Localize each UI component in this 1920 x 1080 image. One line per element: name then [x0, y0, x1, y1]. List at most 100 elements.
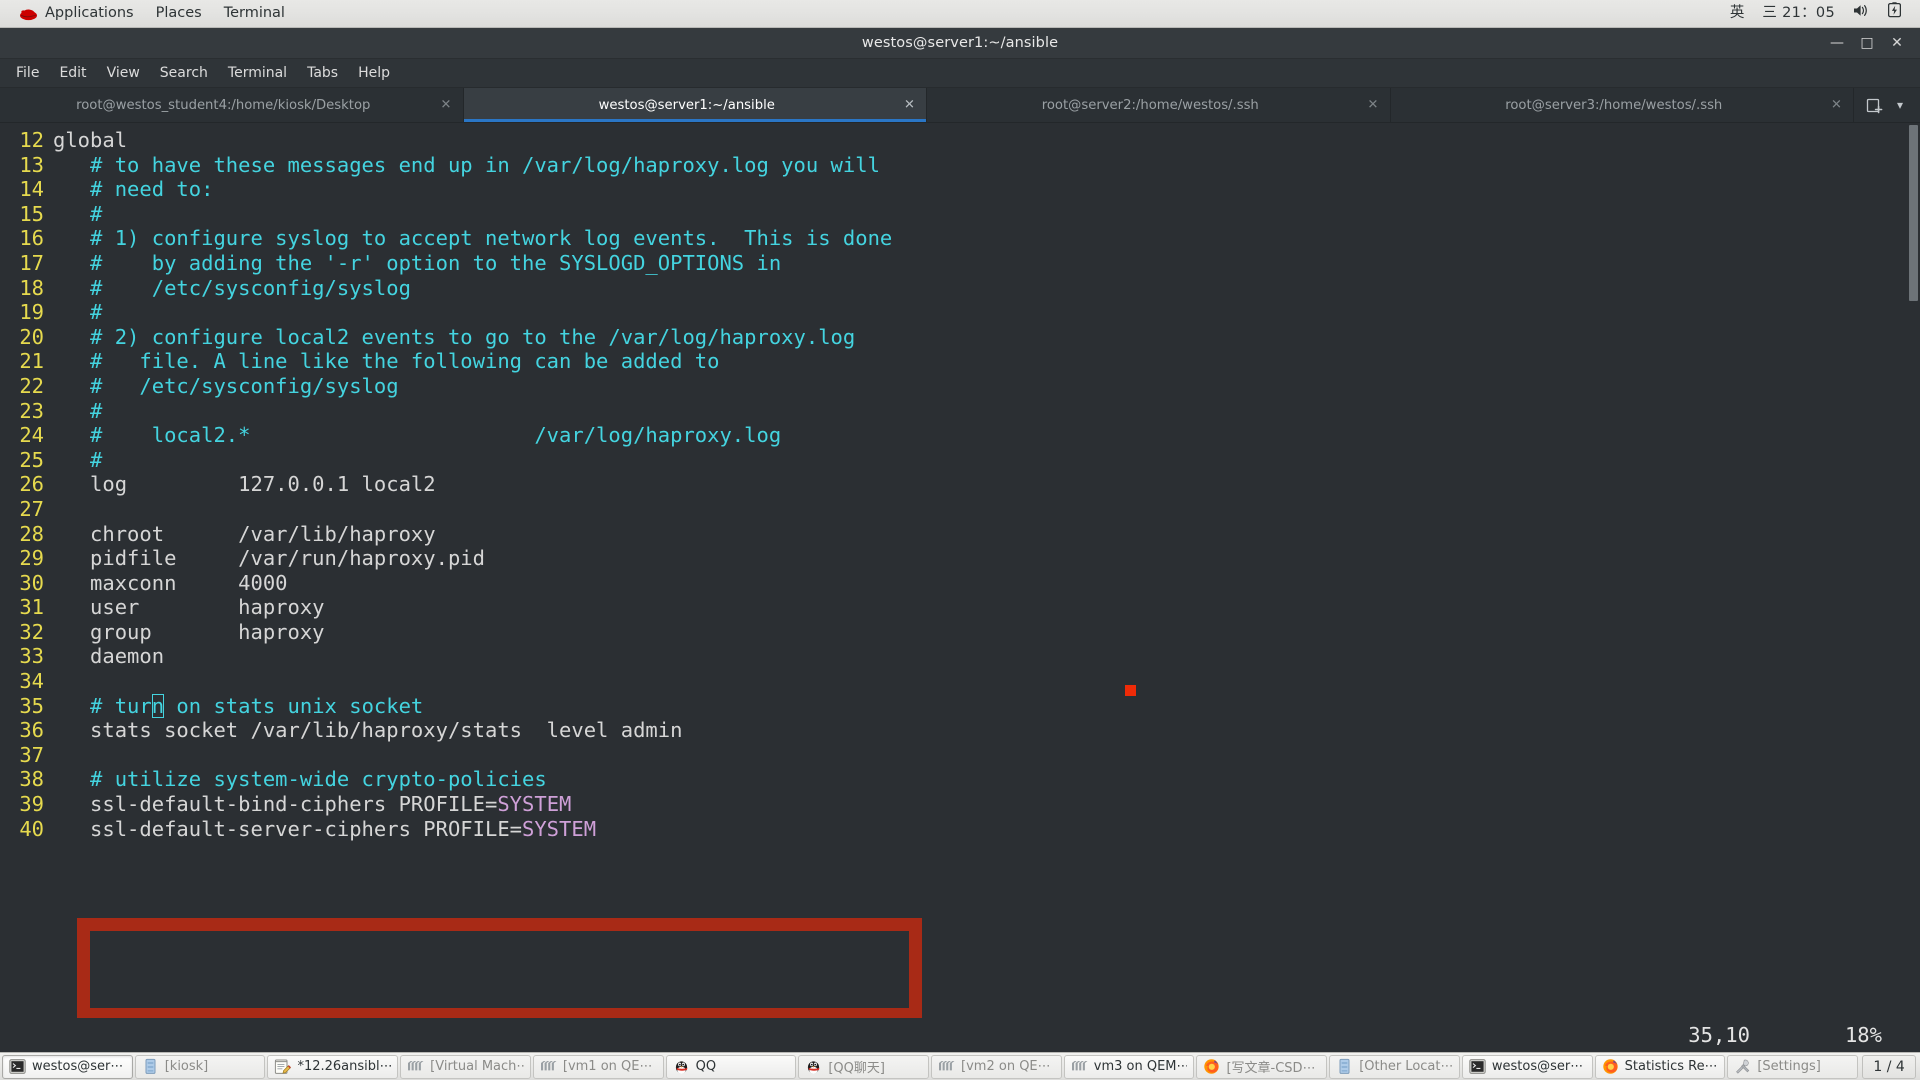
virt-manager-icon — [1071, 1058, 1088, 1075]
code-span: # — [53, 398, 103, 423]
menu-help[interactable]: Help — [348, 61, 400, 85]
terminal-content-area[interactable]: 12 global 13 # to have these messages end … — [0, 123, 1920, 1052]
taskbar-item[interactable]: *12.26ansibl⋯ — [267, 1054, 399, 1079]
terminal-tab-0[interactable]: root@westos_student4:/home/kiosk/Desktop… — [0, 88, 464, 122]
taskbar-item[interactable]: westos@ser⋯ — [2, 1054, 133, 1079]
line-number: 33 — [19, 644, 44, 669]
taskbar-item[interactable]: [Other Locat⋯ — [1329, 1054, 1460, 1079]
code-span: # 1) configure syslog to accept network … — [53, 226, 893, 251]
terminal-scrollbar[interactable] — [1907, 123, 1920, 1052]
code-span: # by adding the '-r' option to the SYSLO… — [53, 250, 782, 275]
panel-left-group: Applications Places Terminal — [0, 0, 296, 27]
taskbar-item-label: westos@ser⋯ — [32, 1059, 124, 1074]
taskbar-item[interactable]: [Virtual Mach⋯ — [400, 1054, 531, 1079]
tabbar-controls: ▾ — [1854, 88, 1920, 122]
terminal-tab-1[interactable]: westos@server1:~/ansible ✕ — [463, 88, 927, 122]
editor-line: 35 # turn on stats unix socket — [0, 694, 1920, 719]
file-manager-icon — [1336, 1058, 1353, 1075]
vim-editor-buffer[interactable]: 12 global 13 # to have these messages end … — [0, 123, 1920, 1052]
clock-area[interactable]: 三 21：05 — [1753, 0, 1844, 27]
code-span: user haproxy — [53, 595, 325, 620]
menu-terminal[interactable]: Terminal — [218, 61, 297, 85]
input-method-indicator[interactable]: 英 — [1721, 0, 1754, 27]
menu-file[interactable]: File — [6, 61, 49, 85]
editor-line: 19 # — [0, 300, 1920, 325]
window-title: westos@server1:~/ansible — [861, 35, 1059, 51]
menu-view[interactable]: View — [97, 61, 150, 85]
menu-search[interactable]: Search — [150, 61, 218, 85]
file-manager-icon — [142, 1058, 159, 1075]
taskbar-item[interactable]: QQ — [665, 1054, 797, 1079]
gnome-top-panel: Applications Places Terminal 英 三 21：05 — [0, 0, 1920, 28]
clock-label: 三 21：05 — [1762, 5, 1835, 21]
menu-tabs[interactable]: Tabs — [297, 61, 348, 85]
terminal-app-menu[interactable]: Terminal — [213, 0, 296, 27]
taskbar-item[interactable]: westos@ser⋯ — [1461, 1054, 1593, 1079]
window-list-taskbar: westos@ser⋯ [kiosk] *12.26ansibl⋯ [Virtual … — [0, 1052, 1920, 1080]
tab-close-icon[interactable]: ✕ — [1829, 98, 1844, 113]
terminal-tab-3[interactable]: root@server3:/home/westos/.ssh ✕ — [1390, 88, 1854, 122]
line-number: 15 — [19, 201, 44, 226]
taskbar-item[interactable]: [Settings] — [1727, 1054, 1859, 1079]
line-text: # to have these messages end up in /var/… — [53, 153, 1920, 178]
battery-indicator[interactable] — [1879, 0, 1910, 27]
taskbar-item[interactable]: [写文章-CSD⋯ — [1196, 1054, 1328, 1079]
taskbar-item[interactable]: [vm1 on QE⋯ — [532, 1054, 664, 1079]
code-span: # 2) configure local2 events to go to th… — [53, 324, 856, 349]
line-text: # — [53, 202, 1920, 227]
line-number: 23 — [19, 398, 44, 423]
taskbar-item-label: [QQ聊天] — [828, 1061, 885, 1076]
tab-close-icon[interactable]: ✕ — [902, 98, 917, 113]
close-button[interactable]: ✕ — [1882, 30, 1912, 56]
virt-manager-icon — [407, 1058, 424, 1075]
workspace-indicator[interactable]: 1 / 4 — [1862, 1054, 1917, 1079]
line-number: 14 — [19, 177, 44, 202]
terminal-tab-label: root@westos_student4:/home/kiosk/Desktop — [76, 97, 371, 113]
line-text: # — [53, 448, 1920, 473]
window-titlebar: westos@server1:~/ansible — □ ✕ — [0, 28, 1920, 59]
taskbar-item[interactable]: vm3 on QEM⋯ — [1063, 1054, 1195, 1079]
terminal-tab-2[interactable]: root@server2:/home/westos/.ssh ✕ — [927, 88, 1391, 122]
tab-close-icon[interactable]: ✕ — [1366, 98, 1381, 113]
taskbar-item[interactable]: [QQ聊天] — [798, 1054, 930, 1079]
code-span: group haproxy — [53, 619, 325, 644]
battery-icon — [1887, 2, 1902, 25]
line-number: 17 — [19, 250, 44, 275]
line-text: group haproxy — [53, 620, 1920, 645]
taskbar-item[interactable]: [kiosk] — [134, 1054, 266, 1079]
places-menu[interactable]: Places — [145, 0, 213, 27]
line-text: maxconn 4000 — [53, 571, 1920, 596]
volume-indicator[interactable] — [1844, 0, 1879, 27]
code-span: maxconn 4000 — [53, 570, 288, 595]
code-span: # local2.* /var/log/haproxy.log — [53, 423, 782, 448]
menubar: File Edit View Search Terminal Tabs Help — [0, 59, 1920, 88]
tab-close-icon[interactable]: ✕ — [439, 98, 454, 113]
terminal-tab-label: root@server2:/home/westos/.ssh — [1041, 97, 1259, 113]
editor-line: 30 maxconn 4000 — [0, 571, 1920, 596]
scrollbar-thumb[interactable] — [1909, 125, 1918, 301]
line-number: 25 — [19, 447, 44, 472]
editor-line: 38 # utilize system-wide crypto-policies — [0, 767, 1920, 792]
taskbar-item-label: [Virtual Mach⋯ — [430, 1059, 524, 1074]
firefox-icon — [1602, 1058, 1619, 1075]
applications-menu[interactable]: Applications — [8, 0, 145, 27]
taskbar-item-label: Statistics Re⋯ — [1624, 1059, 1718, 1074]
editor-line: 23 # — [0, 399, 1920, 424]
tab-list-chevron-down-icon[interactable]: ▾ — [1888, 93, 1912, 117]
code-span: SYSTEM — [497, 792, 572, 817]
taskbar-item[interactable]: Statistics Re⋯ — [1594, 1054, 1726, 1079]
code-span: # /etc/sysconfig/syslog — [53, 373, 399, 398]
line-number: 39 — [19, 792, 44, 817]
new-tab-icon[interactable] — [1862, 93, 1886, 117]
taskbar-item-label: [kiosk] — [164, 1059, 209, 1074]
maximize-button[interactable]: □ — [1852, 30, 1882, 56]
line-text: log 127.0.0.1 local2 — [53, 472, 1920, 497]
editor-line: 24 # local2.* /var/log/haproxy.log — [0, 423, 1920, 448]
line-text: # need to: — [53, 177, 1920, 202]
taskbar-item[interactable]: [vm2 on QE⋯ — [931, 1054, 1062, 1079]
editor-line: 20 # 2) configure local2 events to go to… — [0, 325, 1920, 350]
virt-manager-icon — [938, 1058, 955, 1075]
menu-edit[interactable]: Edit — [49, 61, 96, 85]
editor-line: 17 # by adding the '-r' option to the SY… — [0, 251, 1920, 276]
minimize-button[interactable]: — — [1822, 30, 1852, 56]
